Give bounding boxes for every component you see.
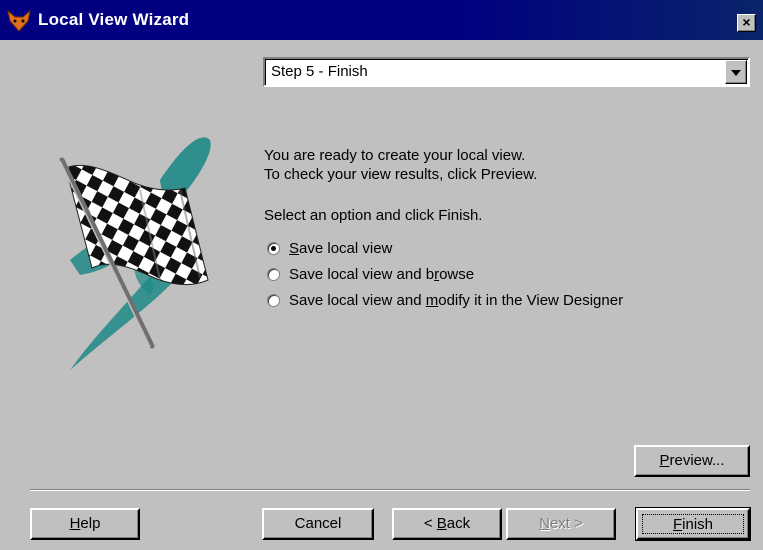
next-button[interactable]: Next >	[506, 508, 616, 540]
checkered-flag-icon	[59, 137, 211, 370]
finish-focus-rect: Finish	[642, 514, 744, 534]
back-button[interactable]: < Back	[392, 508, 502, 540]
close-icon: ×	[742, 14, 751, 30]
preview-button[interactable]: Preview...	[634, 445, 750, 477]
help-button[interactable]: Help	[30, 508, 140, 540]
option-label: Save local view and browse	[289, 266, 475, 283]
title-bar: Local View Wizard ×	[0, 0, 763, 40]
finish-button[interactable]: Finish	[635, 507, 751, 541]
step-dropdown[interactable]: Step 5 - Finish	[263, 57, 750, 87]
intro-line-2: To check your view results, click Previe…	[264, 166, 538, 183]
option-label: Save local view and modify it in the Vie…	[289, 292, 624, 309]
separator	[30, 489, 750, 491]
radio-button-checked[interactable]	[267, 242, 280, 255]
option-label: Save local view	[289, 240, 393, 257]
cancel-button[interactable]: Cancel	[262, 508, 374, 540]
chevron-down-icon[interactable]	[725, 60, 747, 84]
step-dropdown-value: Step 5 - Finish	[271, 63, 368, 80]
instruction-text: Select an option and click Finish.	[264, 207, 483, 224]
close-button[interactable]: ×	[737, 14, 756, 32]
intro-line-1: You are ready to create your local view.	[264, 147, 526, 164]
window-title: Local View Wizard	[38, 10, 190, 29]
radio-button[interactable]	[267, 268, 280, 281]
radio-button[interactable]	[267, 294, 280, 307]
fox-icon	[7, 9, 31, 32]
